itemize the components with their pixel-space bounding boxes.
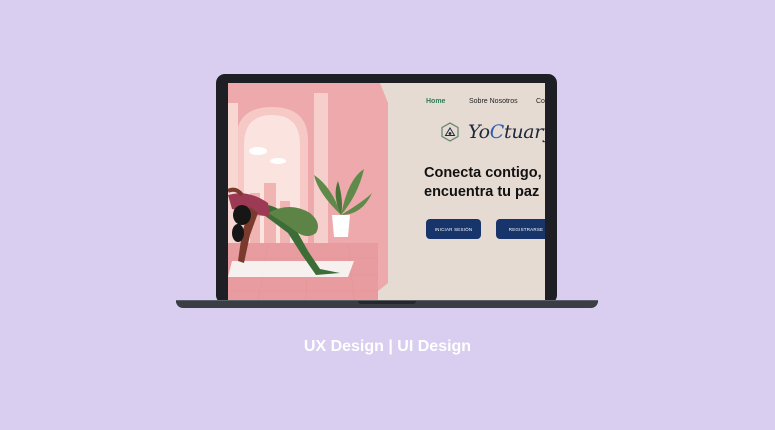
login-button[interactable]: INICIAR SESIÓN (426, 219, 481, 239)
nav-about-link[interactable]: Sobre Nosotros (469, 98, 536, 105)
hexagon-mountain-logo-icon (441, 122, 459, 142)
brand: YoCtuary (440, 121, 545, 143)
caption-text: UX Design | UI Design (303, 338, 472, 355)
headline-line-1: Conecta contigo, (424, 165, 542, 181)
hero-headline: Conecta contigo, encuentra tu paz (424, 164, 542, 202)
woman-yoga-pose-illustration (228, 83, 388, 301)
register-button[interactable]: REGISTRARSE (496, 219, 545, 239)
nav-home-link[interactable]: Home (426, 98, 469, 105)
headline-line-2: encuentra tu paz (424, 184, 540, 200)
laptop-notch (358, 301, 416, 304)
laptop-screen: Home Sobre Nosotros Co YoCtuary Conecta … (228, 83, 545, 301)
nav-contact-link[interactable]: Co (536, 98, 545, 105)
brand-name: YoCtuary (468, 121, 545, 143)
top-nav: Home Sobre Nosotros Co (426, 98, 545, 105)
